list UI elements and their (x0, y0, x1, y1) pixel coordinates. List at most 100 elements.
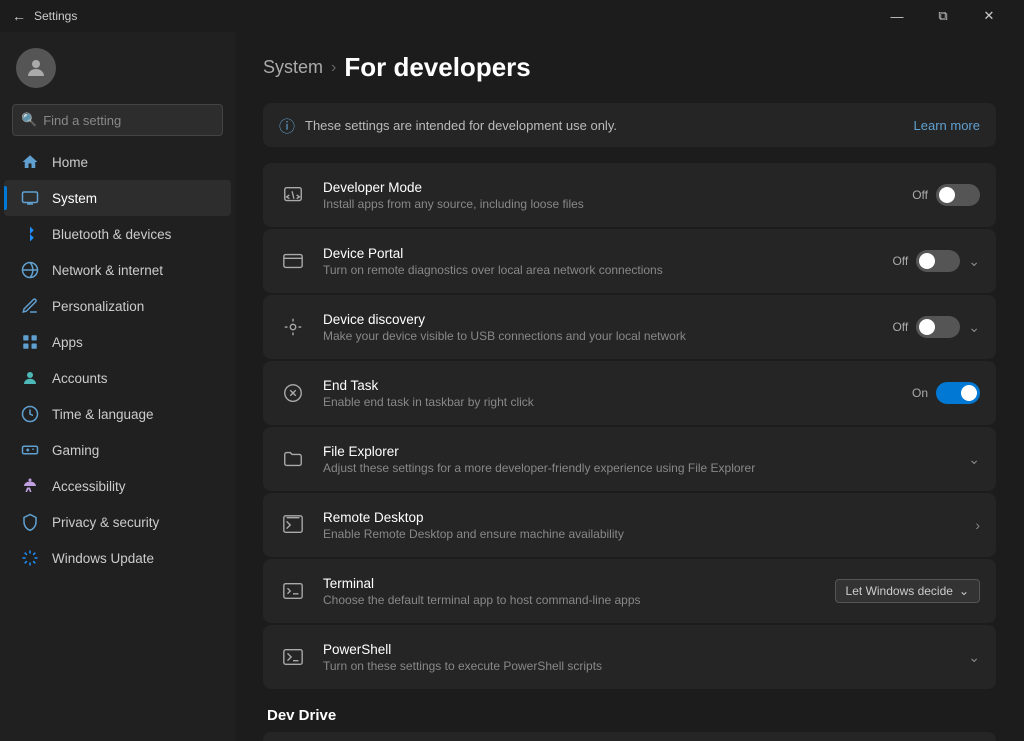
apps-icon (20, 332, 40, 352)
maximize-button[interactable]: ⧉ (920, 0, 966, 32)
setting-item-developer-mode[interactable]: Developer Mode Install apps from any sou… (263, 163, 996, 227)
learn-more-link[interactable]: Learn more (914, 118, 980, 133)
sidebar-item-network[interactable]: Network & internet (4, 252, 231, 288)
setting-title-end-task: End Task (323, 378, 896, 393)
dev-drive-list: + Create a Dev Drive Optimized performan… (263, 732, 996, 741)
sidebar-item-accounts[interactable]: Accounts (4, 360, 231, 396)
setting-control-remote-desktop: › (975, 517, 980, 533)
sidebar-item-time[interactable]: Time & language (4, 396, 231, 432)
sidebar-item-label: Accounts (52, 371, 108, 386)
info-bar-message-area: ⓘ These settings are intended for develo… (279, 113, 617, 137)
setting-text-end-task: End Task Enable end task in taskbar by r… (323, 378, 896, 409)
sidebar-item-update[interactable]: Windows Update (4, 540, 231, 576)
sidebar-item-label: Accessibility (52, 479, 126, 494)
breadcrumb-parent[interactable]: System (263, 57, 323, 78)
app-body: 🔍 Home System Bluetooth & devices Networ… (0, 32, 1024, 741)
sidebar-item-system[interactable]: System (4, 180, 231, 216)
sidebar-item-label: Privacy & security (52, 515, 159, 530)
update-icon (20, 548, 40, 568)
breadcrumb: System › For developers (263, 52, 996, 83)
gaming-icon (20, 440, 40, 460)
toggle-device-portal[interactable] (916, 250, 960, 272)
setting-text-powershell: PowerShell Turn on these settings to exe… (323, 642, 952, 673)
sidebar-item-personalization[interactable]: Personalization (4, 288, 231, 324)
sidebar-item-label: Apps (52, 335, 83, 350)
setting-control-powershell: ⌄ (968, 649, 980, 666)
sidebar-item-home[interactable]: Home (4, 144, 231, 180)
toggle-label-device-portal: Off (892, 254, 908, 268)
info-icon: ⓘ (279, 113, 295, 137)
setting-control-device-discovery: Off ⌄ (892, 316, 980, 338)
toggle-developer-mode[interactable] (936, 184, 980, 206)
setting-desc-developer-mode: Install apps from any source, including … (323, 197, 896, 211)
sidebar-item-label: Home (52, 155, 88, 170)
setting-icon-terminal (279, 577, 307, 605)
setting-item-device-portal[interactable]: Device Portal Turn on remote diagnostics… (263, 229, 996, 293)
sidebar-item-bluetooth[interactable]: Bluetooth & devices (4, 216, 231, 252)
info-bar-message: These settings are intended for developm… (305, 118, 617, 133)
setting-item-terminal[interactable]: Terminal Choose the default terminal app… (263, 559, 996, 623)
minimize-button[interactable]: — (874, 0, 920, 32)
setting-title-powershell: PowerShell (323, 642, 952, 657)
dev-drive-item-create-dev-drive[interactable]: + Create a Dev Drive Optimized performan… (263, 732, 996, 741)
bluetooth-icon (20, 224, 40, 244)
sidebar: 🔍 Home System Bluetooth & devices Networ… (0, 32, 235, 741)
sidebar-item-privacy[interactable]: Privacy & security (4, 504, 231, 540)
setting-icon-developer-mode (279, 181, 307, 209)
search-icon: 🔍 (21, 112, 37, 128)
dropdown-terminal[interactable]: Let Windows decide ⌄ (835, 579, 980, 603)
profile-section[interactable] (0, 36, 235, 104)
chevron-icon-device-portal: ⌄ (968, 253, 980, 270)
sidebar-item-label: Bluetooth & devices (52, 227, 171, 242)
title-bar: ← Settings — ⧉ ✕ (0, 0, 1024, 32)
sidebar-item-label: Time & language (52, 407, 154, 422)
info-bar: ⓘ These settings are intended for develo… (263, 103, 996, 147)
setting-text-developer-mode: Developer Mode Install apps from any sou… (323, 180, 896, 211)
setting-title-device-portal: Device Portal (323, 246, 876, 261)
setting-control-terminal: Let Windows decide ⌄ (835, 579, 980, 603)
setting-text-terminal: Terminal Choose the default terminal app… (323, 576, 819, 607)
setting-desc-powershell: Turn on these settings to execute PowerS… (323, 659, 952, 673)
close-button[interactable]: ✕ (966, 0, 1012, 32)
network-icon (20, 260, 40, 280)
setting-item-end-task[interactable]: End Task Enable end task in taskbar by r… (263, 361, 996, 425)
privacy-icon (20, 512, 40, 532)
breadcrumb-current: For developers (344, 52, 530, 83)
setting-text-remote-desktop: Remote Desktop Enable Remote Desktop and… (323, 510, 959, 541)
avatar (16, 48, 56, 88)
setting-desc-end-task: Enable end task in taskbar by right clic… (323, 395, 896, 409)
toggle-end-task[interactable] (936, 382, 980, 404)
personalization-icon (20, 296, 40, 316)
breadcrumb-arrow: › (331, 59, 336, 77)
time-icon (20, 404, 40, 424)
setting-item-file-explorer[interactable]: File Explorer Adjust these settings for … (263, 427, 996, 491)
setting-item-device-discovery[interactable]: Device discovery Make your device visibl… (263, 295, 996, 359)
setting-desc-remote-desktop: Enable Remote Desktop and ensure machine… (323, 527, 959, 541)
search-box[interactable]: 🔍 (12, 104, 223, 136)
chevron-icon-device-discovery: ⌄ (968, 319, 980, 336)
setting-control-device-portal: Off ⌄ (892, 250, 980, 272)
accessibility-icon (20, 476, 40, 496)
chevron-icon-powershell: ⌄ (968, 649, 980, 666)
setting-desc-terminal: Choose the default terminal app to host … (323, 593, 819, 607)
chevron-right-icon-remote-desktop: › (975, 517, 980, 533)
settings-list: Developer Mode Install apps from any sou… (263, 163, 996, 689)
back-icon[interactable]: ← (12, 8, 26, 24)
nav-list: Home System Bluetooth & devices Network … (0, 144, 235, 576)
setting-item-powershell[interactable]: PowerShell Turn on these settings to exe… (263, 625, 996, 689)
dev-drive-section-header: Dev Drive (263, 707, 996, 724)
setting-icon-remote-desktop (279, 511, 307, 539)
sidebar-item-accessibility[interactable]: Accessibility (4, 468, 231, 504)
setting-text-file-explorer: File Explorer Adjust these settings for … (323, 444, 952, 475)
setting-item-remote-desktop[interactable]: Remote Desktop Enable Remote Desktop and… (263, 493, 996, 557)
search-input[interactable] (43, 113, 219, 128)
setting-control-file-explorer: ⌄ (968, 451, 980, 468)
setting-desc-device-portal: Turn on remote diagnostics over local ar… (323, 263, 876, 277)
sidebar-item-gaming[interactable]: Gaming (4, 432, 231, 468)
setting-title-developer-mode: Developer Mode (323, 180, 896, 195)
setting-title-remote-desktop: Remote Desktop (323, 510, 959, 525)
toggle-device-discovery[interactable] (916, 316, 960, 338)
setting-text-device-portal: Device Portal Turn on remote diagnostics… (323, 246, 876, 277)
setting-icon-device-discovery (279, 313, 307, 341)
sidebar-item-apps[interactable]: Apps (4, 324, 231, 360)
